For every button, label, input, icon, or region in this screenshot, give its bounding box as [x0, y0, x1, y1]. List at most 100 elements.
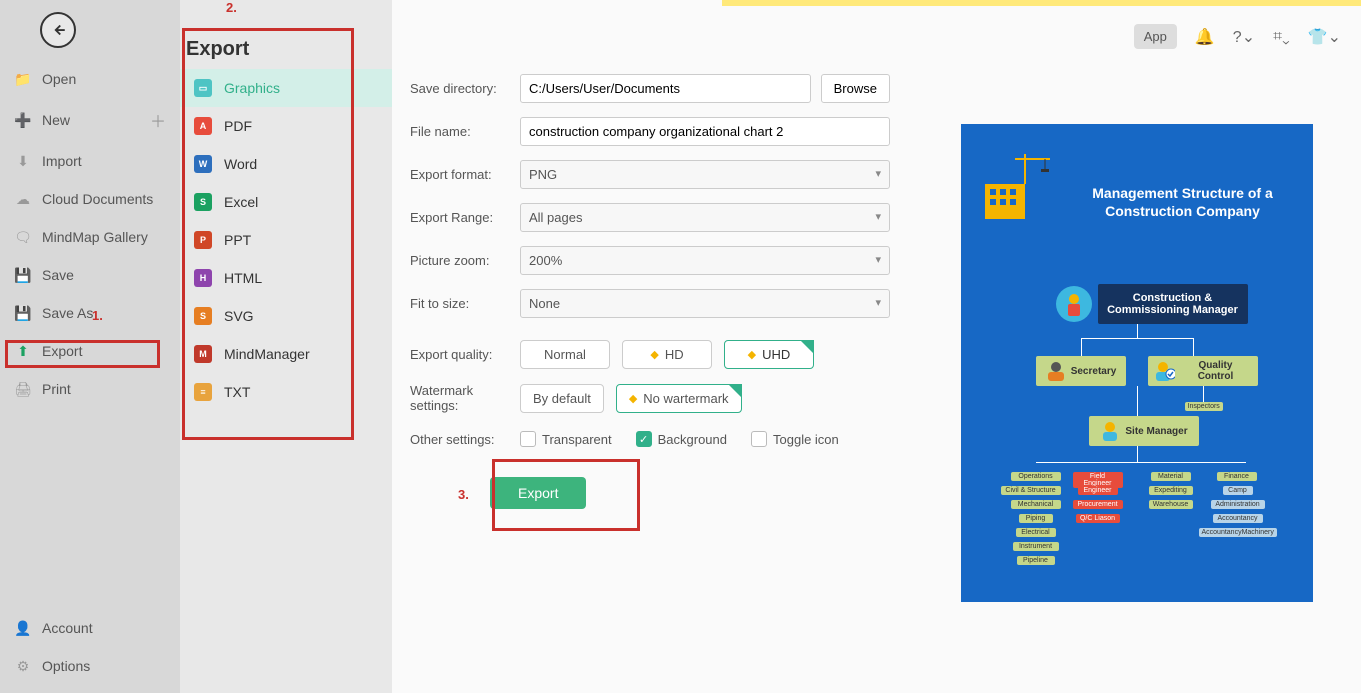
nav-open[interactable]: 📁Open [0, 60, 180, 98]
quality-group: Normal ◆ HD ◆UHD [520, 340, 814, 369]
preview-ops-2: Piping [1019, 514, 1053, 523]
preview-title: Management Structure of aConstruction Co… [1091, 184, 1275, 220]
plus-icon: ＋ [150, 108, 166, 132]
app-button[interactable]: App [1134, 24, 1177, 49]
row-format: Export format: PNG [410, 160, 890, 189]
connector-line [1203, 386, 1204, 402]
annotation-label-1: 1. [92, 308, 103, 323]
nav-import[interactable]: ⬇Import [0, 142, 180, 180]
preview-ops-0: Civil & Structure [1001, 486, 1061, 495]
preview-feng-2: Q/C Liason [1076, 514, 1120, 523]
back-button[interactable] [40, 12, 76, 48]
select-fit[interactable]: None [520, 289, 890, 318]
export-option-svg[interactable]: SSVG [180, 297, 392, 335]
help-icon[interactable]: ?⌄ [1233, 27, 1255, 47]
connector-line [1081, 338, 1193, 339]
shirt-icon[interactable]: 👕⌄ [1308, 27, 1341, 47]
diamond-icon: ◆ [650, 348, 658, 361]
export-type-panel: 2. Export ▭Graphics APDF WWord SExcel PP… [180, 0, 392, 693]
mindmanager-file-icon: M [194, 345, 212, 363]
person-check-icon [1154, 360, 1176, 382]
select-format[interactable]: PNG [520, 160, 890, 189]
nav-export-label: Export [42, 343, 82, 359]
check-transparent-wrap: Transparent [520, 431, 612, 447]
html-file-icon: H [194, 269, 212, 287]
row-other: Other settings: Transparent ✓ Background … [410, 431, 890, 447]
nav-print-label: Print [42, 381, 71, 397]
export-option-excel[interactable]: SExcel [180, 183, 392, 221]
select-zoom[interactable]: 200% [520, 246, 890, 275]
quality-hd[interactable]: ◆ HD [622, 340, 712, 369]
notification-bar [722, 0, 1361, 6]
check-transparent-label: Transparent [542, 432, 612, 447]
export-option-label: Graphics [224, 80, 280, 96]
browse-button[interactable]: Browse [821, 74, 890, 103]
row-quality: Export quality: Normal ◆HD ◆UHD [410, 340, 890, 369]
nav-options[interactable]: ⚙Options [0, 647, 180, 685]
check-toggle[interactable] [751, 431, 767, 447]
preview-feng-0: Engineer [1078, 486, 1118, 495]
watermark-none[interactable]: ◆No wartermark [616, 384, 742, 413]
nav-saveas-label: Save As [42, 305, 93, 321]
preview-sitemgr-label: Site Manager [1125, 426, 1187, 437]
preview-feng-1: Procurement [1073, 500, 1123, 509]
topbar: App 🔔 ?⌄ ⌗⌄ 👕⌄ [1134, 24, 1341, 49]
nav-import-label: Import [42, 153, 82, 169]
export-button[interactable]: Export [490, 477, 586, 509]
nav-export[interactable]: ⬆Export [0, 332, 180, 370]
nav-cloud-label: Cloud Documents [42, 191, 153, 207]
export-option-word[interactable]: WWord [180, 145, 392, 183]
preview-col-material: Material [1151, 472, 1191, 481]
select-range[interactable]: All pages [520, 203, 890, 232]
label-range: Export Range: [410, 210, 520, 225]
file-menu-sidebar: 📁Open ➕New＋ ⬇Import ☁Cloud Documents 🗨Mi… [0, 0, 180, 693]
label-zoom: Picture zoom: [410, 253, 520, 268]
label-watermark: Watermark settings: [410, 383, 520, 413]
other-settings-group: Transparent ✓ Background Toggle icon [520, 431, 839, 447]
nav-account-label: Account [42, 620, 93, 636]
check-toggle-label: Toggle icon [773, 432, 839, 447]
input-savedir[interactable] [520, 74, 811, 103]
bell-icon[interactable]: 🔔 [1195, 27, 1215, 47]
check-background-label: Background [658, 432, 727, 447]
export-option-mindmanager[interactable]: M MindManager [180, 335, 392, 373]
nav-cloud[interactable]: ☁Cloud Documents [0, 180, 180, 218]
pdf-file-icon: A [194, 117, 212, 135]
check-background[interactable]: ✓ [636, 431, 652, 447]
watermark-default[interactable]: By default [520, 384, 604, 413]
plus-circle-icon: ➕ [14, 111, 32, 129]
preview-fin-0: Camp [1223, 486, 1253, 495]
export-option-label: SVG [224, 308, 254, 324]
input-filename[interactable] [520, 117, 890, 146]
quality-hd-label: HD [665, 347, 684, 362]
preview-col-operations: Operations [1011, 472, 1061, 481]
nav-print[interactable]: 🖨 Print [0, 370, 180, 408]
export-option-pdf[interactable]: APDF [180, 107, 392, 145]
check-toggle-wrap: Toggle icon [751, 431, 839, 447]
export-option-label: MindManager [224, 346, 310, 362]
nav-save-label: Save [42, 267, 74, 283]
check-transparent[interactable] [520, 431, 536, 447]
export-option-txt[interactable]: ≡TXT [180, 373, 392, 411]
nav-save[interactable]: 💾Save [0, 256, 180, 294]
nav-account[interactable]: 👤Account [0, 609, 180, 647]
nav-saveas[interactable]: 💾Save As [0, 294, 180, 332]
nav-new[interactable]: ➕New＋ [0, 98, 180, 142]
export-option-html[interactable]: HHTML [180, 259, 392, 297]
preview-canvas: Management Structure of aConstruction Co… [961, 124, 1313, 602]
preview-node-sitemgr: Site Manager [1089, 416, 1199, 446]
label-other: Other settings: [410, 432, 520, 447]
crane-building-icon [975, 154, 1055, 224]
row-watermark: Watermark settings: By default ◆No warte… [410, 383, 890, 413]
nav-bottom: 👤Account ⚙Options [0, 609, 180, 693]
print-icon: 🖨 [14, 380, 32, 398]
nav-gallery[interactable]: 🗨MindMap Gallery [0, 218, 180, 256]
watermark-group: By default ◆No wartermark [520, 384, 742, 413]
export-option-graphics[interactable]: ▭Graphics [180, 69, 392, 107]
quality-normal[interactable]: Normal [520, 340, 610, 369]
quality-uhd[interactable]: ◆UHD [724, 340, 814, 369]
row-fit: Fit to size: None [410, 289, 890, 318]
preview-node-ccm: Construction & Commissioning Manager [1098, 284, 1248, 324]
export-option-ppt[interactable]: PPPT [180, 221, 392, 259]
grid-icon[interactable]: ⌗⌄ [1273, 28, 1290, 46]
